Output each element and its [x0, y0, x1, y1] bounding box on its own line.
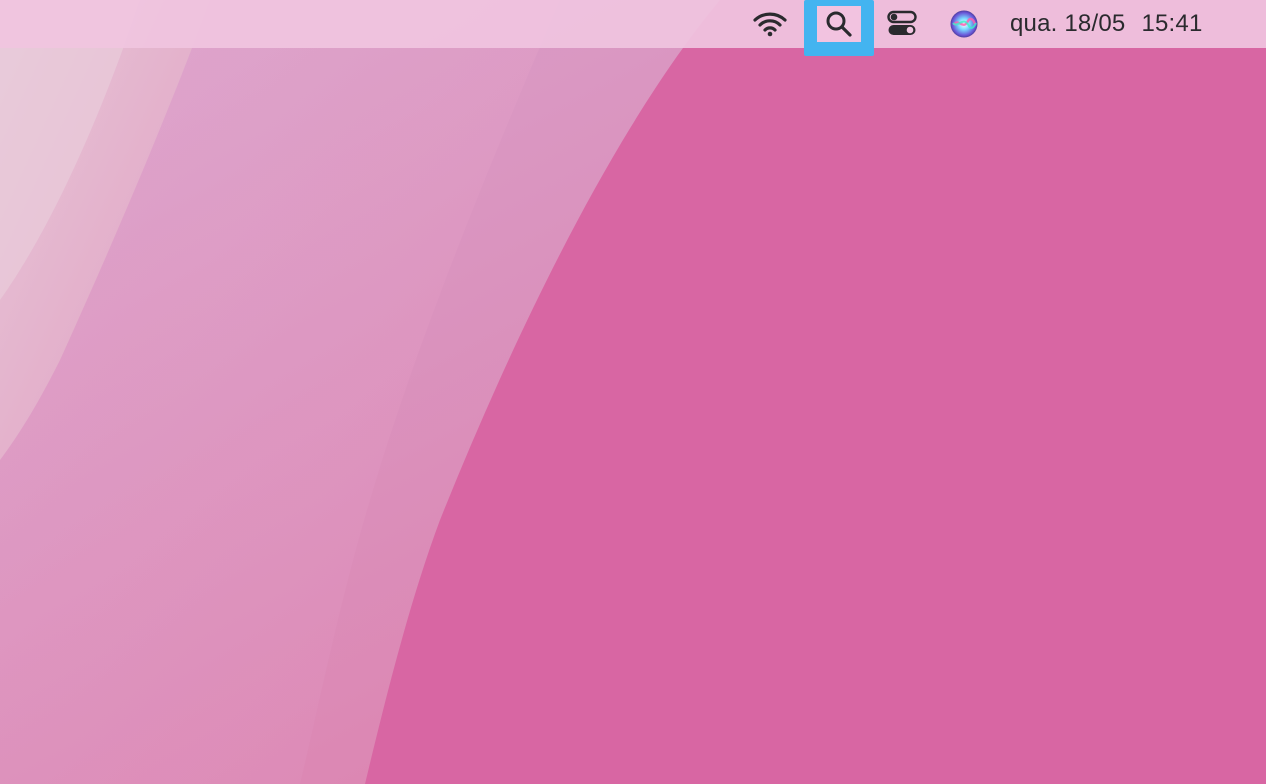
wallpaper — [0, 0, 1266, 784]
desktop: qua. 18/05 15:41 — [0, 0, 1266, 784]
spotlight-search-button[interactable] — [804, 0, 874, 56]
siri-button[interactable] — [942, 0, 986, 48]
clock-date: qua. 18/05 — [1010, 10, 1126, 37]
search-icon — [826, 11, 852, 37]
control-center-icon — [887, 10, 917, 35]
wifi-icon — [753, 12, 787, 37]
control-center-button[interactable] — [880, 0, 924, 48]
clock-time: 15:41 — [1141, 10, 1203, 37]
siri-icon — [950, 10, 978, 38]
menu-bar-clock[interactable]: qua. 18/05 15:41 — [1010, 0, 1203, 48]
spotlight-search-highlight — [817, 6, 861, 42]
menu-bar: qua. 18/05 15:41 — [0, 0, 1266, 56]
status-menu-area: qua. 18/05 15:41 — [0, 0, 1266, 56]
wifi-status-item[interactable] — [748, 0, 792, 48]
